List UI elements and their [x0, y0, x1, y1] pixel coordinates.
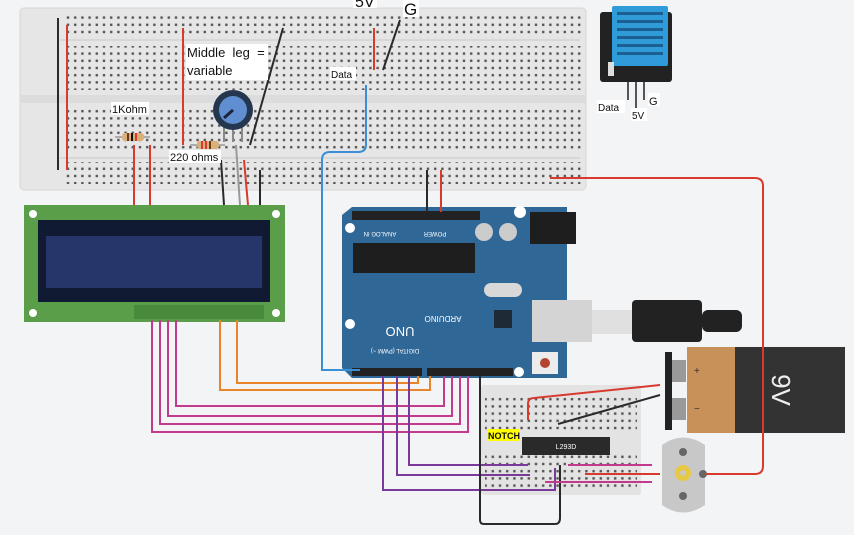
label-notch: NOTCH: [488, 431, 520, 441]
sensor-label-5v: 5V: [632, 111, 645, 122]
arduino-uno[interactable]: ARDUINO UNO ANALOG IN POWER DIGITAL (PWM…: [342, 206, 592, 378]
arduino-model: UNO: [386, 324, 415, 339]
l293d-chip[interactable]: L293D: [522, 437, 610, 455]
label-220-ohms: 220 ohms: [170, 152, 219, 164]
sensor-label-g: G: [649, 96, 658, 108]
arduino-brand: ARDUINO: [425, 314, 462, 323]
label-ground: G: [404, 0, 417, 19]
label-1kohm: 1Kohm: [112, 104, 147, 116]
circuit-canvas: ARDUINO UNO ANALOG IN POWER DIGITAL (PWM…: [19, 0, 845, 525]
label-5v: 5V: [355, 0, 375, 11]
battery-minus: −: [694, 404, 700, 415]
power-header-label: POWER: [423, 230, 446, 236]
battery-label: 9V: [766, 374, 796, 406]
label-middle-leg: Middle leg =: [187, 45, 265, 60]
battery-9v[interactable]: + − 9V: [665, 347, 845, 433]
dht-sensor[interactable]: [600, 6, 672, 108]
usb-cable: [592, 300, 742, 342]
label-data: Data: [331, 70, 353, 81]
label-variable: variable: [187, 63, 233, 78]
lcd-display[interactable]: [24, 205, 285, 322]
analog-header-label: ANALOG IN: [364, 230, 397, 236]
dc-motor[interactable]: [662, 437, 707, 513]
sensor-label-data: Data: [598, 103, 620, 114]
chip-label: L293D: [556, 444, 577, 451]
digital-header-label: DIGITAL (PWM ~): [371, 347, 419, 353]
battery-plus: +: [694, 366, 700, 377]
main-breadboard: [19, 7, 587, 191]
